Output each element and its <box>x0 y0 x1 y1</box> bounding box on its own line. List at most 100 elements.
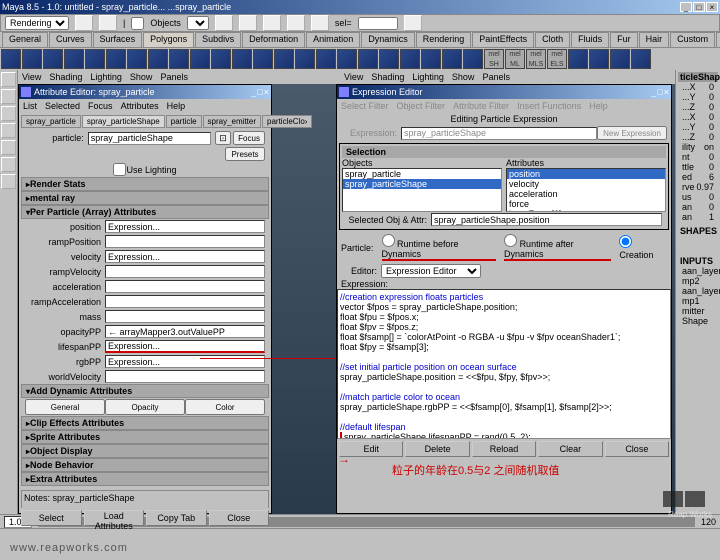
section-clipfx[interactable]: Clip Effects Attributes <box>21 416 269 430</box>
editor-combo[interactable]: Expression Editor <box>381 264 481 278</box>
channel-row[interactable]: nt0 <box>680 152 716 162</box>
ae-maximize-button[interactable]: □ <box>257 87 262 97</box>
shelf-icon[interactable] <box>631 49 651 69</box>
ae-button[interactable]: Copy Tab <box>146 510 207 526</box>
shelf-tab[interactable]: PaintEffects <box>472 32 534 47</box>
section-render-stats[interactable]: Render Stats <box>21 177 269 191</box>
section-objdisp[interactable]: Object Display <box>21 444 269 458</box>
ae-menu-item[interactable]: Help <box>167 101 186 111</box>
icon-button[interactable] <box>263 15 281 31</box>
input-node[interactable]: mp2 <box>680 276 716 286</box>
show-manip-icon[interactable] <box>1 157 16 172</box>
shelf-icon[interactable] <box>232 49 252 69</box>
shelf-tab[interactable]: Cloth <box>535 32 570 47</box>
attribute-item[interactable]: inputForce[0] <box>507 209 665 212</box>
ae-tab[interactable]: spray_particle <box>21 115 81 128</box>
shelf-tab[interactable]: Fur <box>610 32 638 47</box>
shelf-tab[interactable]: Dynamics <box>361 32 415 47</box>
attr-input[interactable] <box>105 265 265 278</box>
shelf-icon[interactable] <box>106 49 126 69</box>
viewport-menu-item[interactable]: Shading <box>371 72 404 82</box>
channel-row[interactable]: ilityon <box>680 142 716 152</box>
presets-button[interactable]: Presets <box>225 147 265 161</box>
runtime-before-radio[interactable] <box>382 234 395 247</box>
ae-minimize-button[interactable]: _ <box>251 87 256 97</box>
channel-row[interactable]: ...Z0 <box>680 132 716 142</box>
section-sprite[interactable]: Sprite Attributes <box>21 430 269 444</box>
ae-tab[interactable]: particleClo› <box>262 115 312 128</box>
viewport-menu-item[interactable]: View <box>344 72 363 82</box>
shelf-icon[interactable] <box>169 49 189 69</box>
attr-input[interactable] <box>105 235 265 248</box>
shelf-tab[interactable]: General <box>2 32 48 47</box>
icon-button[interactable] <box>239 15 257 31</box>
ee-button[interactable]: Clear <box>538 441 602 457</box>
viewport-menu-item[interactable]: Show <box>452 72 475 82</box>
ae-tab[interactable]: particle <box>166 115 202 128</box>
objects-check[interactable] <box>131 17 144 30</box>
dyn-button[interactable]: Opacity <box>105 399 185 415</box>
shelf-tab[interactable]: Animation <box>306 32 360 47</box>
shelf-tab[interactable]: Fluids <box>571 32 609 47</box>
ee-button[interactable]: Delete <box>405 441 469 457</box>
icon-button[interactable] <box>311 15 329 31</box>
ae-button[interactable]: Close <box>209 510 270 526</box>
ee-menu-item[interactable]: Attribute Filter <box>453 101 509 111</box>
attribute-item[interactable]: acceleration <box>507 189 665 199</box>
shelf-tab[interactable]: Surfaces <box>93 32 143 47</box>
shelf-icon[interactable] <box>64 49 84 69</box>
shelf-icon[interactable] <box>190 49 210 69</box>
shelf-icon[interactable] <box>316 49 336 69</box>
input-node[interactable]: mitter <box>680 306 716 316</box>
channel-row[interactable]: ...X0 <box>680 112 716 122</box>
lasso-tool-icon[interactable] <box>1 89 16 104</box>
attr-input[interactable] <box>105 220 265 233</box>
icon-button[interactable] <box>75 15 93 31</box>
shelf-icon[interactable] <box>43 49 63 69</box>
attr-input[interactable] <box>105 355 265 368</box>
ee-close-button[interactable]: × <box>664 87 669 97</box>
shelf-tab[interactable]: Rendering <box>416 32 472 47</box>
viewport-menu-item[interactable]: Show <box>130 72 153 82</box>
shelf-icon[interactable] <box>148 49 168 69</box>
ee-menu-item[interactable]: Select Filter <box>341 101 389 111</box>
channel-row[interactable]: us0 <box>680 192 716 202</box>
shelf-tab[interactable]: Custom <box>670 32 715 47</box>
shelf-icon[interactable] <box>589 49 609 69</box>
objects-list[interactable]: spray_particlespray_particleShape <box>342 168 502 212</box>
ae-menu-item[interactable]: Focus <box>88 101 113 111</box>
channel-row[interactable]: ttle0 <box>680 162 716 172</box>
viewport-menu-item[interactable]: Lighting <box>412 72 444 82</box>
shelf-icon[interactable] <box>358 49 378 69</box>
select-tool-icon[interactable] <box>1 72 16 87</box>
shelf-icon[interactable] <box>295 49 315 69</box>
ee-menu-item[interactable]: Object Filter <box>397 101 446 111</box>
attr-input[interactable] <box>105 340 265 353</box>
rotate-tool-icon[interactable] <box>1 123 16 138</box>
channel-row[interactable]: an0 <box>680 202 716 212</box>
ae-menu-item[interactable]: Attributes <box>121 101 159 111</box>
shelf-tab[interactable]: Polygons <box>143 32 194 47</box>
channel-row[interactable]: ed6 <box>680 172 716 182</box>
ee-menu-item[interactable]: Insert Functions <box>517 101 581 111</box>
input-node[interactable]: mp1 <box>680 296 716 306</box>
mel-icon[interactable]: mel ELS <box>547 49 567 69</box>
ee-button[interactable]: Reload <box>472 441 536 457</box>
attribute-item[interactable]: position <box>507 169 665 179</box>
section-mental-ray[interactable]: mental ray <box>21 191 269 205</box>
shelf-icon[interactable] <box>400 49 420 69</box>
focus-button[interactable]: Focus <box>233 131 265 145</box>
move-tool-icon[interactable] <box>1 106 16 121</box>
expression-textarea[interactable]: //creation expression floats particlesve… <box>337 289 671 439</box>
attribute-item[interactable]: velocity <box>507 179 665 189</box>
attr-input[interactable] <box>105 325 265 338</box>
attr-input[interactable] <box>105 250 265 263</box>
channel-row[interactable]: an1 <box>680 212 716 222</box>
viewport-menu-item[interactable]: Panels <box>482 72 510 82</box>
icon-button[interactable] <box>215 15 233 31</box>
section-add-dynamic[interactable]: Add Dynamic Attributes <box>21 384 269 398</box>
object-item[interactable]: spray_particleShape <box>343 179 501 189</box>
section-per-particle[interactable]: Per Particle (Array) Attributes <box>21 205 269 219</box>
channel-row[interactable]: ...Y0 <box>680 122 716 132</box>
objects-combo[interactable] <box>187 16 209 30</box>
